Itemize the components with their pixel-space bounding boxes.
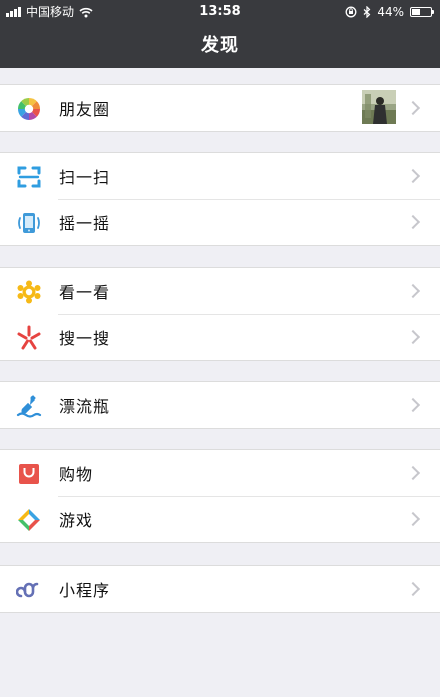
menu-item-shopping[interactable]: 购物 bbox=[0, 450, 440, 496]
menu-item-drift-bottle[interactable]: 漂流瓶 bbox=[0, 382, 440, 428]
status-right: 44% bbox=[345, 0, 434, 24]
menu-item-top-stories[interactable]: 看一看 bbox=[0, 268, 440, 314]
group-stories-search: 看一看 搜一搜 bbox=[0, 267, 440, 361]
group-shopping-games: 购物 游戏 bbox=[0, 449, 440, 543]
menu-label-mini-programs: 小程序 bbox=[59, 581, 111, 600]
scan-icon bbox=[17, 166, 41, 188]
mini-program-icon bbox=[16, 582, 39, 598]
menu-label-moments: 朋友圈 bbox=[59, 100, 111, 119]
search-icon bbox=[17, 325, 41, 350]
rotation-lock-icon bbox=[345, 6, 357, 18]
status-bar: 中国移动 13:58 44% bbox=[0, 0, 440, 24]
menu-label-drift-bottle: 漂流瓶 bbox=[59, 397, 111, 416]
battery-percent: 44% bbox=[377, 5, 404, 19]
menu-label-search: 搜一搜 bbox=[59, 329, 111, 348]
group-drift-bottle: 漂流瓶 bbox=[0, 381, 440, 429]
moments-icon bbox=[17, 97, 41, 121]
group-scan-shake: 扫一扫 摇一摇 bbox=[0, 152, 440, 246]
chevron-right-icon bbox=[405, 168, 421, 184]
chevron-right-icon bbox=[405, 214, 421, 230]
top-stories-icon bbox=[17, 280, 41, 304]
moments-thumbnail bbox=[362, 90, 396, 124]
chevron-right-icon bbox=[405, 283, 421, 299]
shopping-icon bbox=[19, 464, 39, 484]
group-mini-programs: 小程序 bbox=[0, 565, 440, 613]
menu-item-scan[interactable]: 扫一扫 bbox=[0, 153, 440, 199]
menu-item-mini-programs[interactable]: 小程序 bbox=[0, 566, 440, 612]
bluetooth-icon bbox=[363, 6, 371, 18]
shake-icon bbox=[18, 213, 40, 233]
chevron-right-icon bbox=[405, 511, 421, 527]
chevron-right-icon bbox=[405, 100, 421, 116]
chevron-right-icon bbox=[405, 465, 421, 481]
menu-label-top-stories: 看一看 bbox=[59, 283, 111, 302]
chevron-right-icon bbox=[405, 581, 421, 597]
drift-bottle-icon bbox=[16, 395, 42, 418]
battery-icon bbox=[410, 7, 434, 17]
menu-label-scan: 扫一扫 bbox=[59, 168, 111, 187]
menu-item-search[interactable]: 搜一搜 bbox=[0, 314, 440, 360]
menu-item-games[interactable]: 游戏 bbox=[0, 496, 440, 542]
games-icon bbox=[18, 509, 40, 531]
chevron-right-icon bbox=[405, 397, 421, 413]
chevron-right-icon bbox=[405, 329, 421, 345]
battery-level bbox=[412, 9, 420, 15]
menu-label-games: 游戏 bbox=[59, 511, 94, 530]
menu-item-shake[interactable]: 摇一摇 bbox=[0, 199, 440, 245]
menu-label-shake: 摇一摇 bbox=[59, 214, 111, 233]
app-header: 中国移动 13:58 44% 发现 bbox=[0, 0, 440, 68]
menu-item-moments[interactable]: 朋友圈 bbox=[0, 85, 440, 131]
group-moments: 朋友圈 bbox=[0, 84, 440, 132]
menu-label-shopping: 购物 bbox=[59, 465, 94, 484]
page-title: 发现 bbox=[201, 35, 239, 56]
